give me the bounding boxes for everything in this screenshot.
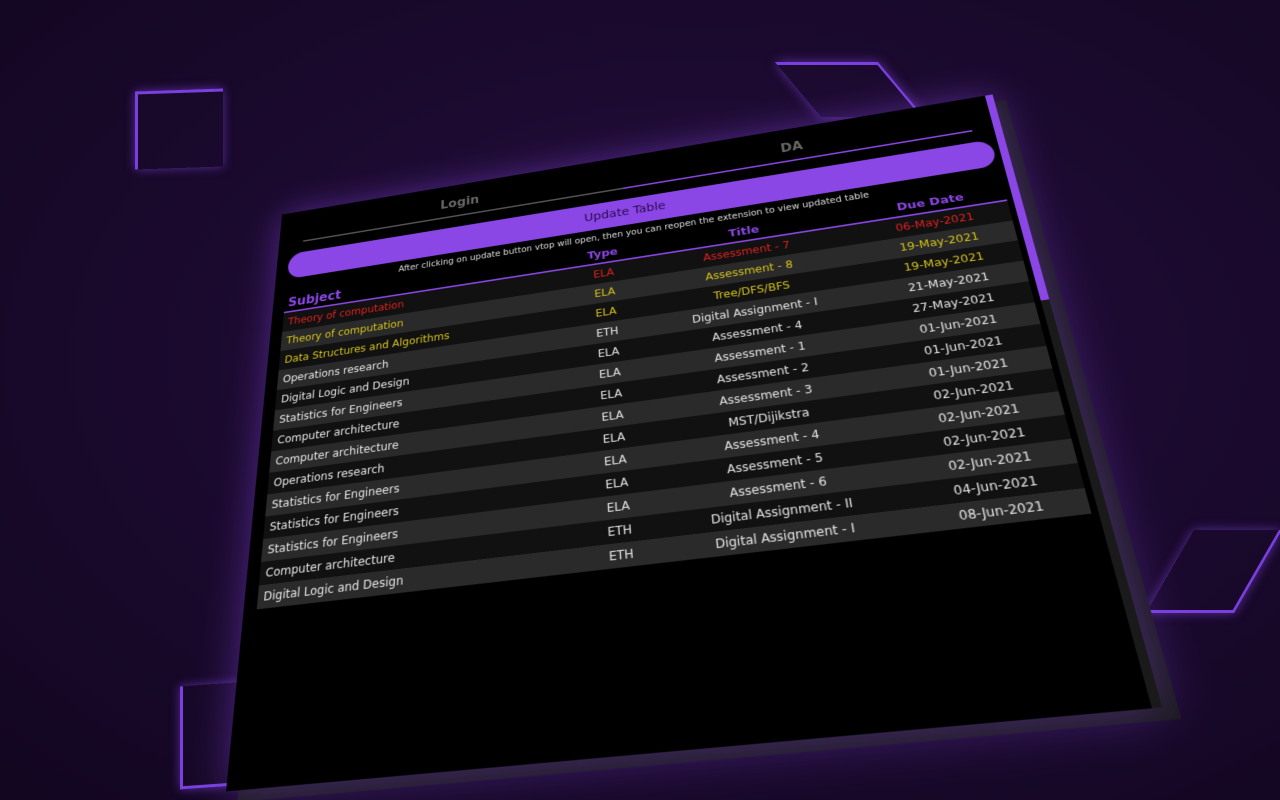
extension-popup: Login DA Update Table After clicking on …: [226, 94, 1163, 792]
